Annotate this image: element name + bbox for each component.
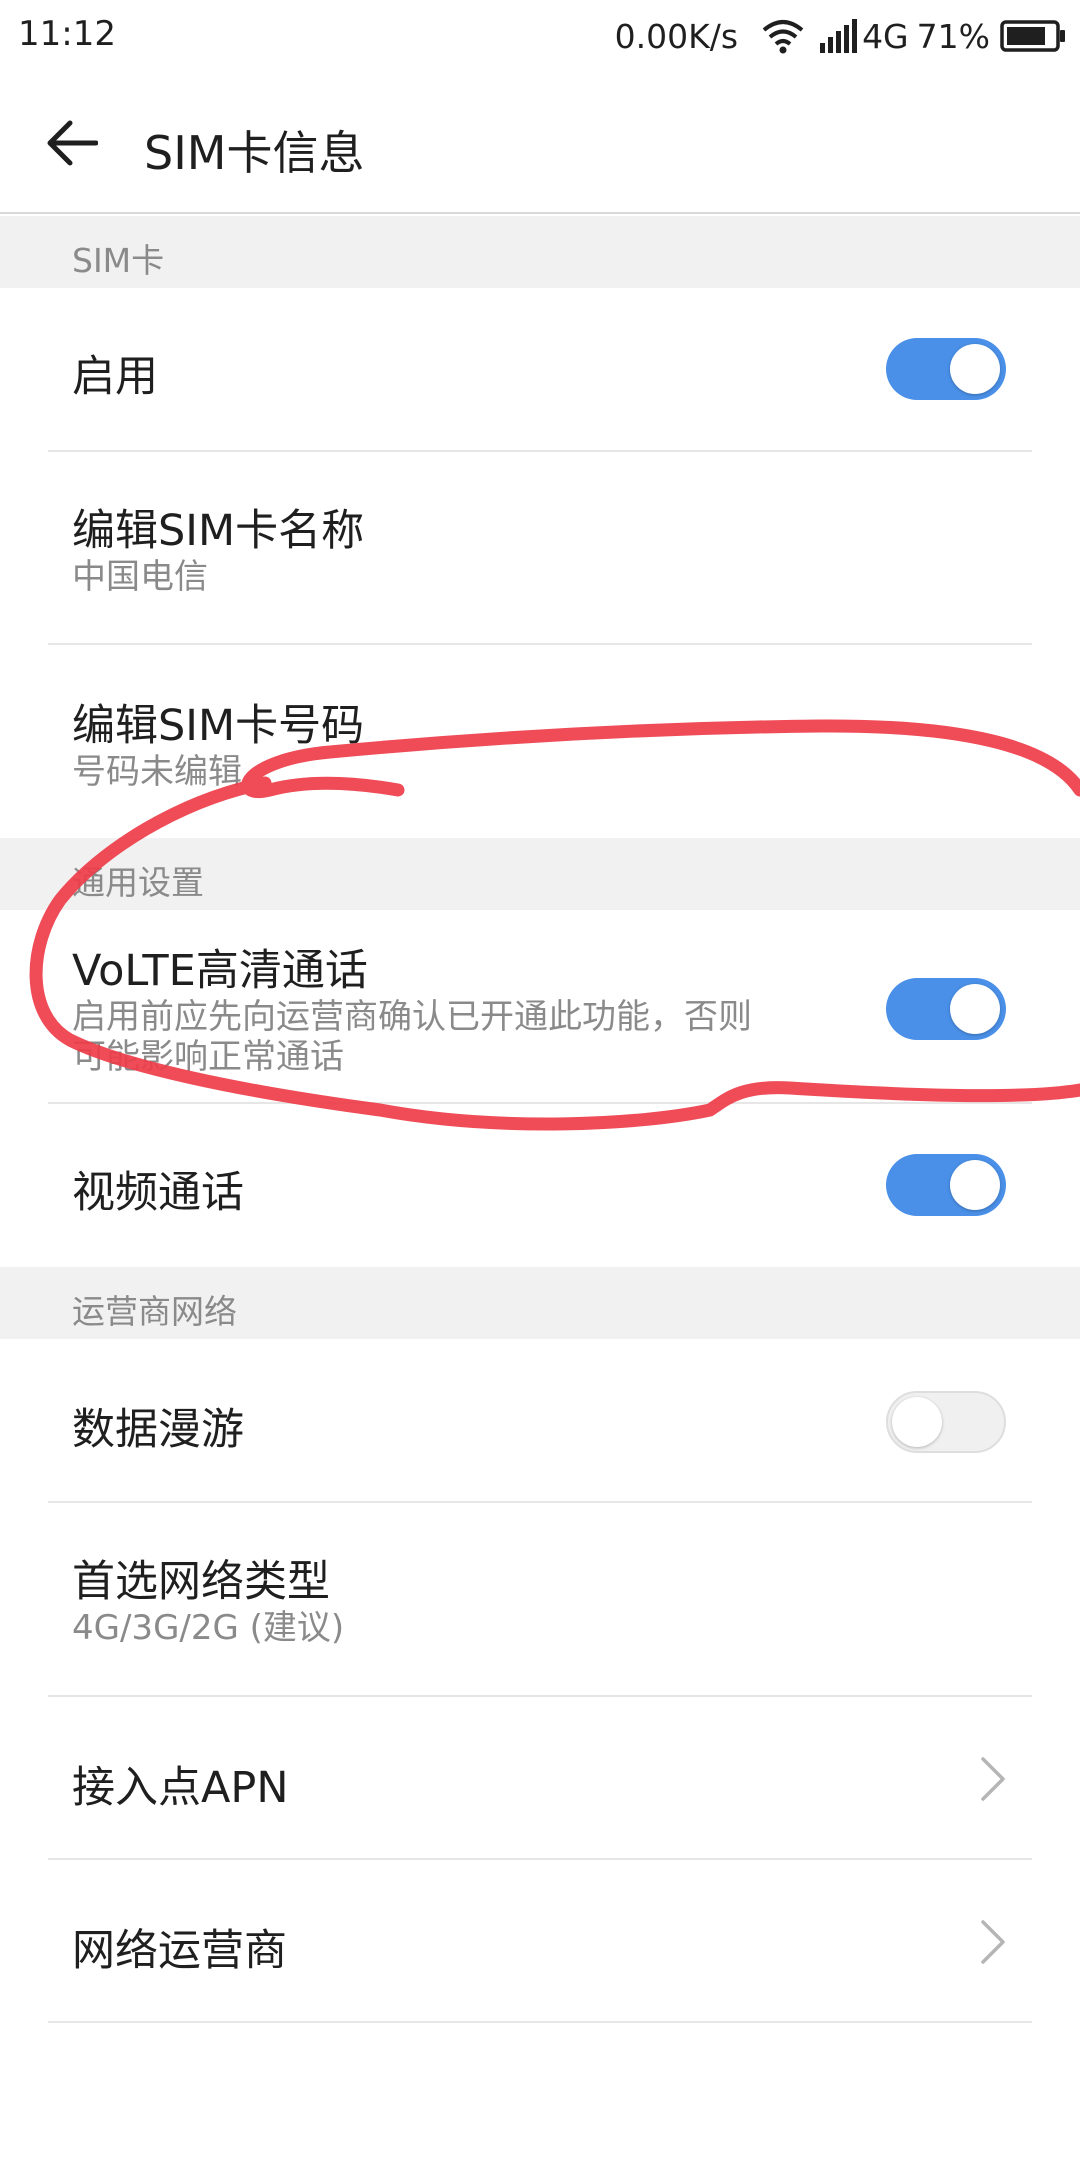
status-time: 11:12 bbox=[18, 14, 116, 54]
chevron-right-icon bbox=[981, 1757, 1005, 1801]
row-title: 启用 bbox=[72, 352, 158, 402]
section-header-label: 通用设置 bbox=[72, 863, 204, 902]
section-header-general: 通用设置 bbox=[0, 838, 1080, 910]
battery-percent: 71% bbox=[916, 16, 990, 56]
row-title: 数据漫游 bbox=[72, 1405, 244, 1455]
section-header-label: SIM卡 bbox=[72, 241, 165, 280]
app-bar: SIM卡信息 bbox=[0, 72, 1080, 214]
row-subtitle: 号码未编辑 bbox=[72, 752, 242, 792]
section-header-label: 运营商网络 bbox=[72, 1292, 237, 1331]
row-title: 编辑SIM卡号码 bbox=[72, 701, 365, 751]
status-indicators: 0.00K/s 4G 71% bbox=[615, 12, 1066, 60]
row-subtitle: 中国电信 bbox=[72, 557, 208, 597]
row-data-roaming[interactable]: 数据漫游 bbox=[0, 1339, 1080, 1501]
toggle-knob bbox=[950, 984, 1000, 1034]
row-title: 首选网络类型 bbox=[72, 1557, 330, 1607]
status-bar: 11:12 0.00K/s 4G 71% bbox=[0, 0, 1080, 72]
row-video-call[interactable]: 视频通话 bbox=[0, 1104, 1080, 1266]
wifi-icon bbox=[762, 20, 804, 54]
row-subtitle: 4G/3G/2G (建议) bbox=[72, 1608, 345, 1648]
row-preferred-network-type[interactable]: 首选网络类型 4G/3G/2G (建议) bbox=[0, 1503, 1080, 1695]
toggle-knob bbox=[950, 344, 1000, 394]
row-apn[interactable]: 接入点APN bbox=[0, 1697, 1080, 1859]
enable-sim-toggle[interactable] bbox=[886, 338, 1006, 400]
signal-icon bbox=[820, 19, 858, 53]
row-title: 编辑SIM卡名称 bbox=[72, 506, 365, 556]
net-speed: 0.00K/s bbox=[614, 16, 739, 56]
row-title: 网络运营商 bbox=[72, 1926, 287, 1976]
row-enable-sim[interactable]: 启用 bbox=[0, 288, 1080, 450]
row-edit-sim-name[interactable]: 编辑SIM卡名称 中国电信 bbox=[0, 452, 1080, 644]
volte-toggle[interactable] bbox=[886, 978, 1006, 1040]
chevron-right-icon bbox=[981, 1920, 1005, 1964]
toggle-knob bbox=[892, 1397, 942, 1447]
row-title: VoLTE高清通话 bbox=[72, 946, 368, 996]
back-button[interactable] bbox=[38, 110, 106, 176]
row-volte[interactable]: VoLTE高清通话 启用前应先向运营商确认已开通此功能，否则 可能影响正常通话 bbox=[0, 910, 1080, 1102]
battery-icon bbox=[1000, 20, 1065, 52]
row-title: 接入点APN bbox=[72, 1763, 289, 1813]
row-edit-sim-number[interactable]: 编辑SIM卡号码 号码未编辑 bbox=[0, 645, 1080, 837]
network-type: 4G bbox=[862, 16, 909, 56]
section-header-carrier: 运营商网络 bbox=[0, 1267, 1080, 1339]
data-roaming-toggle[interactable] bbox=[886, 1391, 1006, 1453]
back-arrow-icon bbox=[47, 120, 98, 166]
row-network-carrier[interactable]: 网络运营商 bbox=[0, 1860, 1080, 2022]
video-call-toggle[interactable] bbox=[886, 1154, 1006, 1216]
row-subtitle: 启用前应先向运营商确认已开通此功能，否则 bbox=[72, 997, 752, 1037]
page-title: SIM卡信息 bbox=[144, 126, 365, 180]
divider bbox=[48, 2021, 1032, 2023]
row-subtitle: 可能影响正常通话 bbox=[72, 1037, 344, 1077]
toggle-knob bbox=[950, 1160, 1000, 1210]
row-title: 视频通话 bbox=[72, 1168, 244, 1218]
section-header-sim: SIM卡 bbox=[0, 216, 1080, 288]
